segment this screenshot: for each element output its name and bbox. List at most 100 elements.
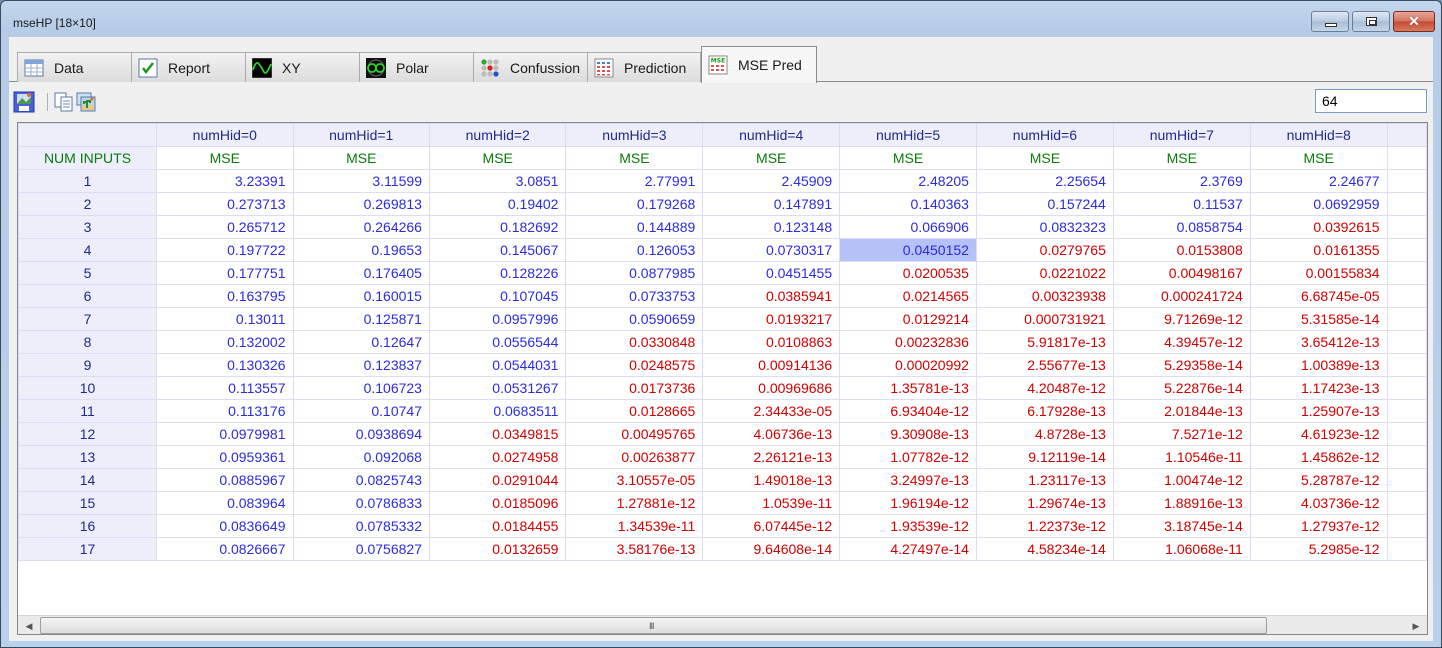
mse-cell[interactable]: 1.45862e-12 <box>1249 445 1388 469</box>
mse-cell[interactable]: 1.10546e-11 <box>1112 445 1251 469</box>
mse-cell[interactable]: 5.2985e-12 <box>1249 537 1388 561</box>
mse-cell[interactable]: 4.58234e-14 <box>975 537 1114 561</box>
row-header[interactable]: 7 <box>18 307 158 331</box>
scrollbar-thumb[interactable]: III <box>40 617 1267 634</box>
mse-cell[interactable]: 0.11537 <box>1112 192 1251 216</box>
mse-cell[interactable]: 1.29674e-13 <box>975 491 1114 515</box>
column-header[interactable]: numHid=0 <box>156 123 294 147</box>
mse-cell[interactable]: 0.0885967 <box>156 468 294 492</box>
mse-cell[interactable]: 2.77991 <box>565 169 704 193</box>
mse-cell[interactable]: 3.11599 <box>292 169 430 193</box>
row-header[interactable]: 6 <box>18 284 158 308</box>
mse-cell[interactable]: 1.06068e-11 <box>1112 537 1251 561</box>
mse-cell[interactable]: 5.31585e-14 <box>1249 307 1388 331</box>
mse-cell[interactable]: 9.71269e-12 <box>1112 307 1251 331</box>
mse-cell[interactable]: 1.00474e-12 <box>1112 468 1251 492</box>
mse-cell[interactable]: 0.0129214 <box>839 307 977 331</box>
row-header[interactable]: 4 <box>18 238 158 262</box>
mse-cell[interactable]: 0.0959361 <box>156 445 294 469</box>
mse-cell[interactable]: 0.157244 <box>975 192 1114 216</box>
mse-cell[interactable]: 0.126053 <box>565 238 704 262</box>
mse-cell[interactable]: 0.0153808 <box>1112 238 1251 262</box>
column-header[interactable]: numHid=5 <box>839 123 977 147</box>
mse-cell[interactable]: 0.0330848 <box>565 330 704 354</box>
mse-cell[interactable]: 0.0826667 <box>156 537 294 561</box>
mse-cell[interactable]: 9.64608e-14 <box>702 537 841 561</box>
mse-cell[interactable]: 0.0274958 <box>428 445 567 469</box>
mse-cell[interactable]: 0.0786833 <box>292 491 430 515</box>
tab-polar[interactable]: Polar <box>359 52 475 82</box>
mse-cell[interactable]: 0.00969686 <box>702 376 841 400</box>
row-header[interactable]: 12 <box>18 422 158 446</box>
mse-cell[interactable]: 2.55677e-13 <box>975 353 1114 377</box>
row-header[interactable]: 10 <box>18 376 158 400</box>
mse-cell[interactable]: 0.197722 <box>156 238 294 262</box>
mse-cell[interactable]: 0.160015 <box>292 284 430 308</box>
mse-cell[interactable]: 0.144889 <box>565 215 704 239</box>
mse-cell[interactable]: 5.22876e-14 <box>1112 376 1251 400</box>
mse-cell[interactable]: 0.10747 <box>292 399 430 423</box>
row-header[interactable]: 16 <box>18 514 158 538</box>
column-header[interactable]: numHid=1 <box>292 123 430 147</box>
tab-xy[interactable]: XY <box>245 52 361 82</box>
mse-cell[interactable]: 0.083964 <box>156 491 294 515</box>
mse-cell[interactable]: 2.24677 <box>1249 169 1388 193</box>
mse-cell[interactable]: 4.20487e-12 <box>975 376 1114 400</box>
mse-cell[interactable]: 3.24997e-13 <box>839 468 977 492</box>
mse-cell[interactable]: 0.0200535 <box>839 261 977 285</box>
mse-cell[interactable]: 3.58176e-13 <box>565 537 704 561</box>
row-header[interactable]: 11 <box>18 399 158 423</box>
mse-cell[interactable]: 0.0733753 <box>565 284 704 308</box>
mse-cell[interactable]: 0.0683511 <box>428 399 567 423</box>
mse-cell[interactable]: 0.00914136 <box>702 353 841 377</box>
mse-cell[interactable]: 3.23391 <box>156 169 294 193</box>
save-image-button[interactable] <box>13 91 35 113</box>
mse-cell[interactable]: 0.0248575 <box>565 353 704 377</box>
mse-cell[interactable]: 0.19402 <box>428 192 567 216</box>
row-header[interactable]: 15 <box>18 491 158 515</box>
mse-cell[interactable]: 0.0692959 <box>1249 192 1388 216</box>
mse-cell[interactable]: 0.0544031 <box>428 353 567 377</box>
row-header[interactable]: 1 <box>18 169 158 193</box>
mse-cell[interactable]: 3.65412e-13 <box>1249 330 1388 354</box>
mse-cell[interactable]: 0.176405 <box>292 261 430 285</box>
mse-cell[interactable]: 0.123148 <box>702 215 841 239</box>
mse-cell[interactable]: 0.140363 <box>839 192 977 216</box>
mse-cell[interactable]: 0.0184455 <box>428 514 567 538</box>
mse-cell[interactable]: 0.0392615 <box>1249 215 1388 239</box>
mse-cell[interactable]: 0.0221022 <box>975 261 1114 285</box>
mse-cell[interactable]: 0.123837 <box>292 353 430 377</box>
row-header[interactable]: 3 <box>18 215 158 239</box>
mse-cell[interactable]: 6.93404e-12 <box>839 399 977 423</box>
mse-cell[interactable]: 3.0851 <box>428 169 567 193</box>
mse-cell[interactable]: 0.00020992 <box>839 353 977 377</box>
mse-cell[interactable]: 0.265712 <box>156 215 294 239</box>
mse-cell[interactable]: 0.0214565 <box>839 284 977 308</box>
mse-cell[interactable]: 0.13011 <box>156 307 294 331</box>
mse-cell[interactable]: 0.145067 <box>428 238 567 262</box>
mse-cell[interactable]: 4.03736e-12 <box>1249 491 1388 515</box>
mse-cell[interactable]: 1.07782e-12 <box>839 445 977 469</box>
mse-cell[interactable]: 0.0450152 <box>839 238 977 262</box>
mse-cell[interactable]: 0.179268 <box>565 192 704 216</box>
mse-cell[interactable]: 5.29358e-14 <box>1112 353 1251 377</box>
mse-cell[interactable]: 0.264266 <box>292 215 430 239</box>
mse-cell[interactable]: 2.25654 <box>975 169 1114 193</box>
mse-cell[interactable]: 0.12647 <box>292 330 430 354</box>
mse-cell[interactable]: 1.34539e-11 <box>565 514 704 538</box>
mse-cell[interactable]: 4.06736e-13 <box>702 422 841 446</box>
mse-cell[interactable]: 0.00495765 <box>565 422 704 446</box>
horizontal-scrollbar[interactable]: ◀ III ▶ <box>18 615 1427 634</box>
column-header[interactable]: numHid=3 <box>565 123 704 147</box>
mse-cell[interactable]: 0.000241724 <box>1112 284 1251 308</box>
mse-cell[interactable]: 0.0291044 <box>428 468 567 492</box>
title-bar[interactable]: mseHP [18×10] ✕ <box>1 1 1441 37</box>
mse-cell[interactable]: 1.49018e-13 <box>702 468 841 492</box>
maximize-button[interactable] <box>1352 11 1390 32</box>
mse-cell[interactable]: 2.3769 <box>1112 169 1251 193</box>
mse-cell[interactable]: 5.91817e-13 <box>975 330 1114 354</box>
mse-cell[interactable]: 4.27497e-14 <box>839 537 977 561</box>
mse-cell[interactable]: 2.26121e-13 <box>702 445 841 469</box>
mse-cell[interactable]: 6.17928e-13 <box>975 399 1114 423</box>
mse-cell[interactable]: 0.0730317 <box>702 238 841 262</box>
